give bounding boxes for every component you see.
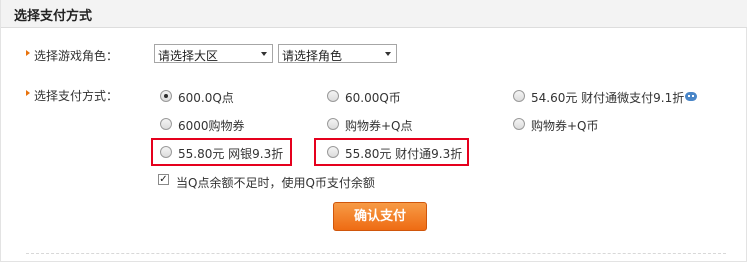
payment-option-label: 55.80元 财付通9.3折 bbox=[345, 147, 463, 161]
wechat-icon bbox=[685, 92, 697, 101]
payment-option-label: 600.0Q点 bbox=[178, 91, 234, 105]
radio[interactable] bbox=[327, 90, 339, 102]
role-select-value: 请选择角色 bbox=[282, 49, 343, 63]
bullet-arrow-icon bbox=[26, 90, 30, 96]
chevron-down-icon bbox=[261, 52, 267, 56]
region-select-value: 请选择大区 bbox=[158, 49, 219, 63]
chevron-down-icon bbox=[385, 52, 391, 56]
confirm-pay-button[interactable]: 确认支付 bbox=[333, 202, 427, 231]
role-label: 选择游戏角色： bbox=[34, 49, 119, 63]
payment-label: 选择支付方式： bbox=[34, 89, 119, 103]
payment-option-label: 6000购物券 bbox=[178, 119, 245, 133]
divider bbox=[26, 253, 726, 254]
balance-checkbox-label: 当Q点余额不足时，使用Q币支付余额 bbox=[176, 176, 375, 190]
radio[interactable] bbox=[327, 118, 339, 130]
radio[interactable] bbox=[327, 146, 339, 158]
payment-option-label: 购物券+Q点 bbox=[345, 119, 413, 133]
radio[interactable] bbox=[513, 118, 525, 130]
radio-selected[interactable] bbox=[160, 90, 172, 102]
payment-panel: 选择支付方式 选择游戏角色： 请选择大区 请选择角色 选择支付方式： 600.0… bbox=[0, 0, 747, 262]
payment-option-label: 购物券+Q币 bbox=[531, 119, 599, 133]
payment-option-label: 60.00Q币 bbox=[345, 91, 401, 105]
radio[interactable] bbox=[160, 118, 172, 130]
payment-option-label: 55.80元 网银9.3折 bbox=[178, 147, 284, 161]
radio[interactable] bbox=[160, 146, 172, 158]
balance-checkbox[interactable]: ✓ bbox=[158, 174, 169, 185]
panel-title: 选择支付方式 bbox=[14, 9, 93, 24]
region-select[interactable]: 请选择大区 bbox=[154, 44, 273, 63]
role-select[interactable]: 请选择角色 bbox=[278, 44, 397, 63]
bullet-arrow-icon bbox=[26, 50, 30, 56]
radio[interactable] bbox=[513, 90, 525, 102]
panel-header: 选择支付方式 bbox=[1, 0, 747, 28]
payment-option-label: 54.60元 财付通微支付9.1折 bbox=[531, 91, 685, 105]
